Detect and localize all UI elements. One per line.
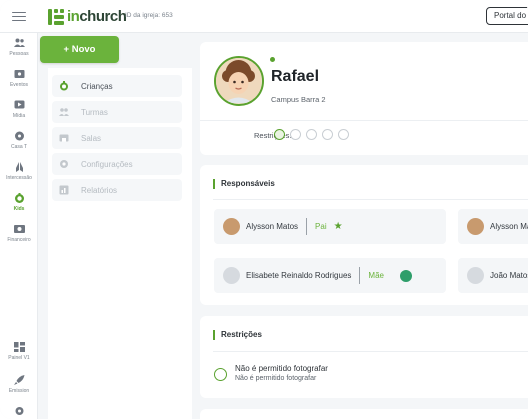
top-bar: inchurch ID da igreja: 653 Portal do Mem… [0,0,528,33]
menu-icon[interactable] [12,9,26,23]
restriction-title: Não é permitido fotografar [235,364,328,373]
separator [359,267,361,284]
divider [213,199,528,200]
rail-label: Pessoas [9,51,29,57]
guardian-relation: Pai [315,222,327,231]
room-icon [59,134,69,142]
guardians-card: Responsáveis Alysson Matos Pai ★ Alysson… [200,165,528,305]
play-icon [14,100,24,109]
rail-item-emission[interactable]: Emission [0,375,38,394]
money-icon [13,225,25,233]
rail-label: Kids [13,206,25,212]
restrictions-card: Restrições Não é permitido fotografar Nã… [200,316,528,398]
gear-icon [60,160,68,168]
submenu-item-salas[interactable]: Salas [52,127,182,149]
rail-label: Emission [8,388,30,394]
no-photo-icon [214,368,227,381]
guardian-avatar [467,218,484,235]
rail-label: Intercessão [6,175,32,181]
kids-submenu: Crianças Turmas Salas Configurações Rela… [48,68,192,419]
rail-label: Eventos [9,82,29,88]
guardian-avatar [223,267,240,284]
rail-item-kids[interactable]: Kids [0,193,38,212]
rail-label: Painel V1 [8,355,30,361]
kids-icon [14,193,24,203]
no-photo-icon[interactable] [274,129,285,140]
ticket-icon [14,70,24,78]
guardian-card[interactable]: João Matos [458,258,528,293]
report-icon [59,185,69,195]
guardian-avatar [223,218,240,235]
app-window: inchurch ID da igreja: 653 Portal do Mem… [0,0,528,419]
star-icon[interactable]: ★ [334,221,343,232]
rail-item-intercessao[interactable]: Intercessão [0,162,38,181]
child-avatar-illustration [216,58,261,103]
guardian-name: Alysson Matos [490,222,528,231]
gear-icon [15,407,23,415]
rail-item-eventos[interactable]: Eventos [0,69,38,88]
whatsapp-icon[interactable] [399,269,412,282]
submenu-item-criancas[interactable]: Crianças [52,75,182,97]
globe-icon [14,131,24,141]
rail-item-financeiro[interactable]: Financeiro [0,224,38,243]
child-avatar[interactable] [214,56,264,106]
rail-item-casa-t[interactable]: Casa T [0,131,38,150]
kids-icon [60,81,68,91]
rocket-icon [13,375,24,385]
submenu-item-turmas[interactable]: Turmas [52,101,182,123]
guardian-name: Elisabete Reinaldo Rodrigues [246,271,352,280]
section-title: Responsáveis [213,179,275,189]
group-icon [59,108,69,116]
medical-icon[interactable] [322,129,333,140]
accessibility-icon[interactable] [338,129,349,140]
rail-label: Financeiro [7,237,31,243]
dashboard-icon [13,342,25,352]
new-button[interactable]: + Novo [40,36,119,63]
next-card [200,409,528,419]
praying-hands-icon [15,162,23,172]
guardian-name: Alysson Matos [246,222,299,231]
submenu-item-relatorios[interactable]: Relatórios [52,179,182,201]
submenu-label: Turmas [81,107,108,117]
guardian-avatar [467,267,484,284]
child-campus: Campus Barra 2 [271,95,326,104]
logo-mark-icon [48,8,64,25]
food-restriction-icon[interactable] [290,129,301,140]
section-title: Restrições [213,330,262,340]
guardian-card[interactable]: Elisabete Reinaldo Rodrigues Mãe [214,258,446,293]
divider [213,351,528,352]
guardian-name: João Matos [490,271,528,280]
icon-rail: Pessoas Eventos Mídia Casa T Intercessão… [0,33,38,419]
rail-item-painel-v1[interactable]: Painel V1 [0,342,38,361]
child-name: Rafael [271,68,320,85]
submenu-item-configuracoes[interactable]: Configurações [52,153,182,175]
portal-button[interactable]: Portal do Membro [486,7,528,25]
rail-item-settings[interactable] [0,406,38,416]
submenu-label: Crianças [81,81,113,91]
separator [306,218,308,235]
submenu-label: Relatórios [81,185,118,195]
submenu-label: Salas [81,133,102,143]
restriction-icons [274,129,354,140]
guardian-card[interactable]: Alysson Matos Pai ★ [214,209,446,244]
submenu-label: Configurações [81,159,133,169]
guardian-relation: Mãe [368,271,384,280]
allergy-icon[interactable] [306,129,317,140]
rail-item-midia[interactable]: Mídia [0,100,38,119]
logo-wordmark: inchurch [67,8,127,25]
rail-item-pessoas[interactable]: Pessoas [0,38,38,57]
rail-label: Mídia [12,113,26,119]
child-profile-card: Rafael Campus Barra 2 Restrições: [200,42,528,155]
inchurch-logo[interactable]: inchurch [48,8,127,25]
rail-label: Casa T [10,144,28,150]
restriction-description: Não é permitido fotografar [235,375,317,382]
divider [200,120,528,121]
guardian-card[interactable]: Alysson Matos [458,209,528,244]
people-icon [13,38,25,47]
online-status-dot [270,57,275,62]
church-id: ID da igreja: 653 [125,12,173,19]
